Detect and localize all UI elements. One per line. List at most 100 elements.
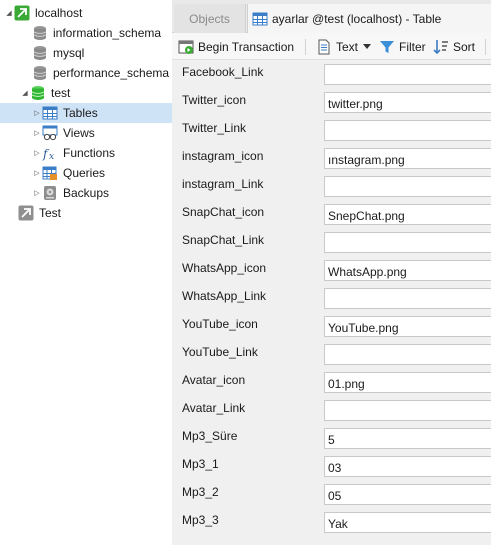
tree-item-backups[interactable]: ▷ Backups	[0, 183, 172, 203]
function-icon: f x	[42, 147, 54, 161]
field-label: Avatar_Link	[182, 401, 246, 415]
field-label: SnapChat_Link	[182, 233, 265, 247]
expand-arrow-icon[interactable]: ▷	[32, 123, 42, 143]
field-label: Avatar_icon	[182, 373, 246, 387]
tree-item-label: Backups	[63, 186, 110, 200]
sort-icon	[433, 39, 448, 54]
field-row-mp3-1: Mp3_1 03	[172, 452, 491, 480]
database-open-icon	[31, 86, 45, 100]
field-row-instagram-link: instagram_Link	[172, 172, 491, 200]
field-input-twitter-link[interactable]	[324, 120, 491, 141]
field-input-avatar-link[interactable]	[324, 400, 491, 421]
field-label: YouTube_Link	[182, 345, 258, 359]
field-input-instagram-link[interactable]	[324, 176, 491, 197]
tree-item-label: Test	[39, 206, 62, 220]
expand-arrow-icon[interactable]: ▷	[32, 183, 42, 203]
tree-item-views[interactable]: ▷ Views	[0, 123, 172, 143]
field-input-avatar-icon[interactable]: 01.png	[324, 372, 491, 393]
tab-table-ayarlar[interactable]: ayarlar @test (localhost) - Table	[247, 4, 491, 33]
tree-item-tables[interactable]: ▷ Tables	[0, 103, 172, 123]
expand-arrow-icon[interactable]: ▷	[32, 103, 42, 123]
tab-label: Objects	[189, 11, 230, 26]
field-input-youtube-link[interactable]	[324, 344, 491, 365]
tree-item-label: localhost	[35, 6, 83, 20]
tree-item-label: Functions	[63, 146, 116, 160]
tab-label: ayarlar @test (localhost) - Table	[272, 11, 442, 26]
tree-item-label: mysql	[53, 46, 85, 60]
field-label: Facebook_Link	[182, 65, 264, 79]
field-input-youtube-icon[interactable]: YouTube.png	[324, 316, 491, 337]
view-icon	[42, 125, 58, 141]
field-row-mp3-sure: Mp3_Süre 5	[172, 424, 491, 452]
query-icon	[42, 166, 57, 180]
field-label: YouTube_icon	[182, 317, 258, 331]
filter-button[interactable]: Filter	[379, 33, 426, 60]
filter-label: Filter	[399, 39, 426, 54]
field-input-instagram-icon[interactable]: ınstagram.png	[324, 148, 491, 169]
field-label: Mp3_3	[182, 513, 219, 527]
tree-item-label: test	[51, 86, 71, 100]
field-input-twitter-icon[interactable]: twitter.png	[324, 92, 491, 113]
table-icon	[252, 12, 268, 25]
backup-icon	[44, 186, 56, 200]
field-label: Mp3_2	[182, 485, 219, 499]
field-row-avatar-link: Avatar_Link	[172, 396, 491, 424]
tree-item-test-connection[interactable]: Test	[0, 203, 172, 223]
database-icon	[33, 66, 47, 80]
field-row-twitter-link: Twitter_Link	[172, 116, 491, 144]
expand-arrow-icon[interactable]: ▷	[32, 143, 42, 163]
field-input-mp3-3[interactable]: Yak	[324, 512, 491, 533]
toolbar-divider	[485, 39, 486, 55]
sort-button[interactable]: Sort	[433, 33, 475, 60]
field-input-snapchat-link[interactable]	[324, 232, 491, 253]
tree-item-information-schema[interactable]: information_schema	[0, 23, 172, 43]
field-input-snapchat-icon[interactable]: SnepChat.png	[324, 204, 491, 225]
record-form: Facebook_Link Twitter_icon twitter.png T…	[172, 60, 491, 545]
tree-item-label: Queries	[63, 166, 106, 180]
collapse-arrow-icon[interactable]: ◢	[4, 3, 14, 23]
field-row-snapchat-link: SnapChat_Link	[172, 228, 491, 256]
collapse-arrow-icon[interactable]: ◢	[20, 83, 30, 103]
tree-item-label: performance_schema	[53, 66, 170, 80]
tree-item-mysql[interactable]: mysql	[0, 43, 172, 63]
tree-item-test[interactable]: ◢ test	[0, 83, 172, 103]
toolbar-divider	[305, 39, 306, 55]
field-row-whatsapp-link: WhatsApp_Link	[172, 284, 491, 312]
tab-objects[interactable]: Objects	[174, 4, 246, 33]
tree-item-localhost[interactable]: ◢ localhost	[0, 3, 172, 23]
field-input-whatsapp-icon[interactable]: WhatsApp.png	[324, 260, 491, 281]
field-label: Mp3_1	[182, 457, 219, 471]
database-icon	[33, 46, 47, 60]
field-row-mp3-2: Mp3_2 05	[172, 480, 491, 508]
dropdown-arrow-icon[interactable]	[363, 43, 372, 50]
field-input-whatsapp-link[interactable]	[324, 288, 491, 309]
toolbar: Begin Transaction Text Filter Sort	[172, 33, 491, 60]
filter-icon	[380, 40, 394, 53]
field-input-mp3-sure[interactable]: 5	[324, 428, 491, 449]
field-input-mp3-2[interactable]: 05	[324, 484, 491, 505]
expand-arrow-icon[interactable]: ▷	[32, 163, 42, 183]
server-connection-icon	[14, 5, 30, 21]
tree-item-label: Views	[63, 126, 95, 140]
begin-transaction-icon	[178, 40, 194, 54]
field-label: Twitter_icon	[182, 93, 247, 107]
field-row-facebook-link: Facebook_Link	[172, 60, 491, 88]
field-row-whatsapp-icon: WhatsApp_icon WhatsApp.png	[172, 256, 491, 284]
field-label: instagram_Link	[182, 177, 264, 191]
field-label: instagram_icon	[182, 149, 264, 163]
begin-transaction-label: Begin Transaction	[198, 39, 295, 54]
begin-transaction-button[interactable]: Begin Transaction	[178, 33, 294, 60]
tree-item-queries[interactable]: ▷ Queries	[0, 163, 172, 183]
document-text-icon	[318, 39, 330, 54]
field-input-mp3-1[interactable]: 03	[324, 456, 491, 477]
field-label: WhatsApp_Link	[182, 289, 267, 303]
tree-item-functions[interactable]: ▷ f x Functions	[0, 143, 172, 163]
field-row-instagram-icon: instagram_icon ınstagram.png	[172, 144, 491, 172]
field-row-avatar-icon: Avatar_icon 01.png	[172, 368, 491, 396]
text-button[interactable]: Text	[316, 33, 372, 60]
field-row-twitter-icon: Twitter_icon twitter.png	[172, 88, 491, 116]
text-label: Text	[336, 39, 359, 54]
field-input-facebook-link[interactable]	[324, 64, 491, 85]
tree-item-performance-schema[interactable]: performance_schema	[0, 63, 172, 83]
field-row-snapchat-icon: SnapChat_icon SnepChat.png	[172, 200, 491, 228]
